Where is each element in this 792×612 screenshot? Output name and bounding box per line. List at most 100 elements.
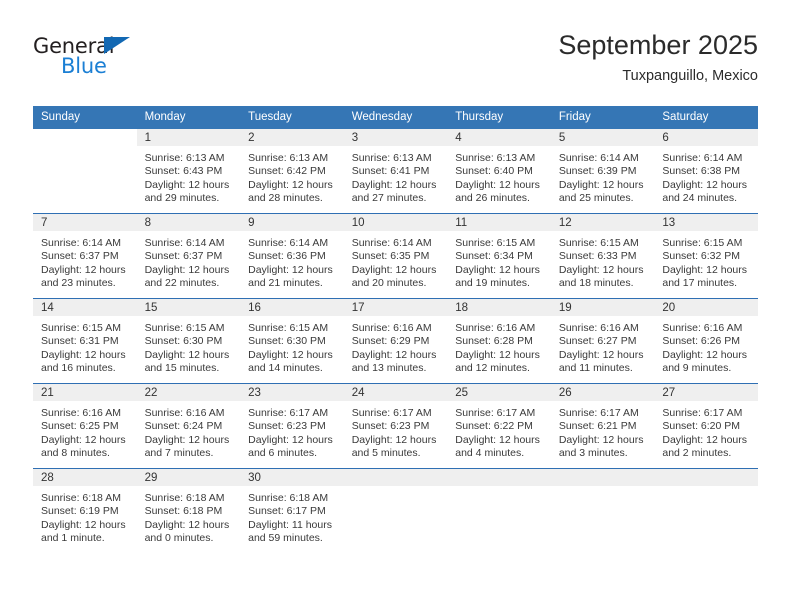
calendar-day-cell[interactable]: 6 Sunrise: 6:14 AM Sunset: 6:38 PM Daylight… (654, 129, 758, 214)
calendar-day-cell[interactable]: 16 Sunrise: 6:15 AM Sunset: 6:30 PM Dayligh… (240, 298, 344, 384)
daylight-duration-line1: Daylight: 12 hours (248, 348, 333, 361)
day-cell-inner: 27 Sunrise: 6:17 AM Sunset: 6:20 PM Dayligh… (654, 384, 758, 468)
daylight-duration-line2: and 8 minutes. (41, 447, 110, 460)
weekday-header-friday: Friday (550, 106, 655, 129)
calendar-day-cell[interactable]: 22 Sunrise: 6:16 AM Sunset: 6:24 PM Dayligh… (136, 383, 241, 469)
calendar-day-cell[interactable]: 19 Sunrise: 6:16 AM Sunset: 6:27 PM Dayligh… (550, 298, 655, 384)
calendar-day-cell[interactable]: 1 Sunrise: 6:13 AM Sunset: 6:43 PM Daylight… (136, 129, 241, 214)
daylight-duration-line2: and 9 minutes. (662, 362, 732, 375)
calendar-day-cell[interactable]: 21 Sunrise: 6:16 AM Sunset: 6:25 PM Dayligh… (33, 383, 137, 469)
daylight-duration-line1: Daylight: 12 hours (662, 178, 748, 191)
sunrise-time: Sunrise: 6:14 AM (351, 237, 432, 249)
day-number: 2 (240, 129, 344, 146)
daylight-duration-line2: and 25 minutes. (558, 192, 634, 205)
sunset-time: Sunset: 6:20 PM (662, 420, 741, 433)
day-details: Sunrise: 6:18 AM Sunset: 6:19 PM Daylight:… (33, 486, 137, 546)
day-number (550, 469, 655, 486)
daylight-duration-line1: Daylight: 12 hours (662, 348, 748, 361)
daylight-duration-line1: Daylight: 12 hours (144, 178, 230, 191)
sunset-time: Sunset: 6:25 PM (41, 420, 119, 433)
day-number: 4 (447, 129, 551, 146)
calendar-day-cell[interactable]: 29 Sunrise: 6:18 AM Sunset: 6:18 PM Dayligh… (136, 468, 241, 553)
month-calendar-table: Sunday Monday Tuesday Wednesday Thursday… (33, 106, 758, 553)
sunset-time: Sunset: 6:29 PM (351, 335, 430, 348)
calendar-day-cell[interactable]: 15 Sunrise: 6:15 AM Sunset: 6:30 PM Dayligh… (136, 298, 241, 384)
calendar-day-cell[interactable]: 27 Sunrise: 6:17 AM Sunset: 6:20 PM Dayligh… (654, 383, 758, 469)
weekday-header-sunday: Sunday (33, 106, 137, 129)
day-number: 3 (343, 129, 448, 146)
sunset-time: Sunset: 6:33 PM (558, 250, 637, 263)
daylight-duration-line2: and 7 minutes. (144, 447, 214, 460)
day-cell-inner (343, 469, 448, 553)
calendar-day-cell[interactable]: 10 Sunrise: 6:14 AM Sunset: 6:35 PM Dayligh… (343, 213, 448, 299)
sunset-time: Sunset: 6:34 PM (455, 250, 533, 263)
calendar-day-cell[interactable]: 20 Sunrise: 6:16 AM Sunset: 6:26 PM Dayligh… (654, 298, 758, 384)
calendar-day-cell[interactable]: 11 Sunrise: 6:15 AM Sunset: 6:34 PM Dayligh… (447, 213, 551, 299)
calendar-day-cell-empty (550, 468, 655, 553)
calendar-day-cell[interactable]: 24 Sunrise: 6:17 AM Sunset: 6:23 PM Dayligh… (343, 383, 448, 469)
calendar-day-cell[interactable]: 5 Sunrise: 6:14 AM Sunset: 6:39 PM Daylight… (550, 129, 655, 214)
weekday-header-monday: Monday (136, 106, 241, 129)
day-number: 20 (654, 299, 758, 316)
calendar-day-cell[interactable]: 30 Sunrise: 6:18 AM Sunset: 6:17 PM Dayligh… (240, 468, 344, 553)
daylight-duration-line1: Daylight: 11 hours (248, 518, 332, 531)
day-details: Sunrise: 6:17 AM Sunset: 6:23 PM Daylight:… (344, 401, 448, 461)
calendar-day-cell[interactable]: 26 Sunrise: 6:17 AM Sunset: 6:21 PM Dayligh… (550, 383, 655, 469)
day-number: 18 (447, 299, 551, 316)
daylight-duration-line2: and 20 minutes. (351, 277, 427, 290)
calendar-day-cell[interactable]: 9 Sunrise: 6:14 AM Sunset: 6:36 PM Daylight… (240, 213, 344, 299)
day-cell-inner: 21 Sunrise: 6:16 AM Sunset: 6:25 PM Dayligh… (33, 384, 137, 468)
daylight-duration-line1: Daylight: 12 hours (455, 178, 540, 191)
sunset-time: Sunset: 6:40 PM (455, 165, 533, 178)
calendar-day-cell[interactable]: 7 Sunrise: 6:14 AM Sunset: 6:37 PM Daylight… (33, 213, 137, 299)
day-number: 29 (136, 469, 241, 486)
daylight-duration-line2: and 13 minutes. (351, 362, 427, 375)
sunrise-time: Sunrise: 6:14 AM (662, 152, 743, 164)
calendar-day-cell[interactable]: 8 Sunrise: 6:14 AM Sunset: 6:37 PM Daylight… (136, 213, 241, 299)
day-cell-inner: 23 Sunrise: 6:17 AM Sunset: 6:23 PM Dayligh… (240, 384, 344, 468)
day-cell-inner (550, 469, 655, 553)
day-cell-inner: 25 Sunrise: 6:17 AM Sunset: 6:22 PM Dayligh… (447, 384, 551, 468)
sunrise-time: Sunrise: 6:15 AM (144, 322, 225, 334)
day-number: 22 (136, 384, 241, 401)
sunrise-time: Sunrise: 6:16 AM (662, 322, 743, 334)
calendar-day-cell[interactable]: 3 Sunrise: 6:13 AM Sunset: 6:41 PM Daylight… (343, 129, 448, 214)
daylight-duration-line1: Daylight: 12 hours (455, 348, 540, 361)
day-cell-inner: 14 Sunrise: 6:15 AM Sunset: 6:31 PM Dayligh… (33, 299, 137, 383)
calendar-day-cell[interactable]: 17 Sunrise: 6:16 AM Sunset: 6:29 PM Dayligh… (343, 298, 448, 384)
sunset-time: Sunset: 6:30 PM (144, 335, 223, 348)
daylight-duration-line2: and 59 minutes. (248, 532, 323, 545)
calendar-day-cell[interactable]: 2 Sunrise: 6:13 AM Sunset: 6:42 PM Daylight… (240, 129, 344, 214)
day-details: Sunrise: 6:15 AM Sunset: 6:31 PM Daylight:… (33, 316, 137, 376)
day-number: 21 (33, 384, 137, 401)
calendar-day-cell[interactable]: 4 Sunrise: 6:13 AM Sunset: 6:40 PM Daylight… (447, 129, 551, 214)
daylight-duration-line1: Daylight: 12 hours (144, 263, 230, 276)
daylight-duration-line2: and 14 minutes. (248, 362, 323, 375)
calendar-day-cell[interactable]: 23 Sunrise: 6:17 AM Sunset: 6:23 PM Dayligh… (240, 383, 344, 469)
sunrise-time: Sunrise: 6:17 AM (662, 407, 743, 419)
calendar-day-cell[interactable]: 14 Sunrise: 6:15 AM Sunset: 6:31 PM Dayligh… (33, 298, 137, 384)
sunset-time: Sunset: 6:21 PM (558, 420, 637, 433)
sunrise-time: Sunrise: 6:16 AM (144, 407, 225, 419)
day-number: 1 (136, 129, 241, 146)
calendar-day-cell[interactable]: 28 Sunrise: 6:18 AM Sunset: 6:19 PM Dayligh… (33, 468, 137, 553)
daylight-duration-line2: and 15 minutes. (144, 362, 220, 375)
day-cell-inner: 29 Sunrise: 6:18 AM Sunset: 6:18 PM Dayligh… (136, 469, 241, 553)
day-details: Sunrise: 6:14 AM Sunset: 6:37 PM Daylight:… (33, 231, 137, 291)
calendar-day-cell-empty (33, 129, 137, 214)
sunrise-time: Sunrise: 6:15 AM (41, 322, 121, 334)
calendar-day-cell[interactable]: 18 Sunrise: 6:16 AM Sunset: 6:28 PM Dayligh… (447, 298, 551, 384)
sunrise-time: Sunrise: 6:14 AM (248, 237, 329, 249)
calendar-day-cell[interactable]: 25 Sunrise: 6:17 AM Sunset: 6:22 PM Dayligh… (447, 383, 551, 469)
daylight-duration-line2: and 29 minutes. (144, 192, 220, 205)
day-details: Sunrise: 6:18 AM Sunset: 6:18 PM Daylight:… (137, 486, 241, 546)
calendar-day-cell[interactable]: 12 Sunrise: 6:15 AM Sunset: 6:33 PM Dayligh… (550, 213, 655, 299)
calendar-day-cell[interactable]: 13 Sunrise: 6:15 AM Sunset: 6:32 PM Dayligh… (654, 213, 758, 299)
daylight-duration-line1: Daylight: 12 hours (662, 433, 748, 446)
generalblue-logo[interactable]: General Blue (33, 34, 233, 92)
day-details: Sunrise: 6:14 AM Sunset: 6:35 PM Daylight:… (344, 231, 448, 291)
day-number (654, 469, 758, 486)
daylight-duration-line2: and 21 minutes. (248, 277, 323, 290)
weekday-header-tuesday: Tuesday (240, 106, 344, 129)
daylight-duration-line1: Daylight: 12 hours (662, 263, 748, 276)
